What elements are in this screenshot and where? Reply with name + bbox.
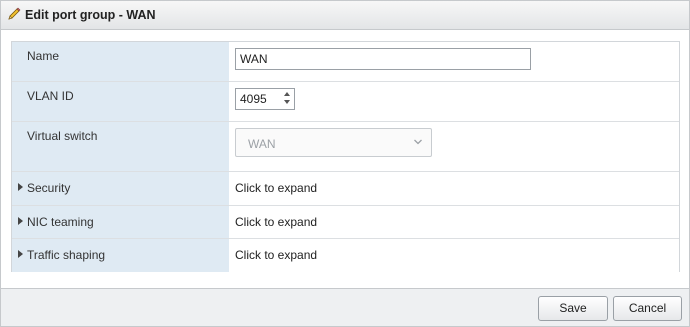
cancel-button[interactable]: Cancel bbox=[613, 296, 682, 321]
expand-arrow-icon[interactable] bbox=[18, 183, 23, 191]
expand-arrow-icon[interactable] bbox=[18, 250, 23, 258]
security-expand-link[interactable]: Click to expand bbox=[235, 181, 317, 195]
dialog-titlebar[interactable]: Edit port group - WAN bbox=[1, 1, 689, 30]
label-cell: Name bbox=[12, 42, 229, 81]
chevron-down-icon bbox=[414, 139, 422, 145]
vlan-id-stepper[interactable] bbox=[235, 88, 295, 110]
vlan-id-input[interactable] bbox=[236, 89, 282, 109]
name-input[interactable] bbox=[235, 48, 531, 70]
label-cell[interactable]: Security bbox=[12, 172, 229, 205]
nic-teaming-label[interactable]: NIC teaming bbox=[27, 215, 94, 229]
row-vlan-id: VLAN ID bbox=[12, 82, 679, 122]
label-cell: Virtual switch bbox=[12, 122, 229, 171]
virtual-switch-select: WAN bbox=[235, 128, 432, 157]
value-cell: WAN bbox=[229, 122, 679, 171]
pencil-icon bbox=[8, 7, 21, 20]
nic-teaming-expand-link[interactable]: Click to expand bbox=[235, 215, 317, 229]
value-cell[interactable]: Click to expand bbox=[229, 239, 679, 272]
label-cell[interactable]: Traffic shaping bbox=[12, 239, 229, 272]
vlan-id-label: VLAN ID bbox=[27, 89, 74, 103]
settings-grid: Name VLAN ID bbox=[11, 41, 680, 272]
value-cell[interactable]: Click to expand bbox=[229, 206, 679, 238]
row-nic-teaming[interactable]: NIC teaming Click to expand bbox=[12, 206, 679, 239]
name-label: Name bbox=[27, 49, 60, 63]
increment-arrow-icon[interactable] bbox=[284, 92, 290, 96]
label-cell: VLAN ID bbox=[12, 82, 229, 121]
traffic-shaping-expand-link[interactable]: Click to expand bbox=[235, 248, 317, 262]
row-virtual-switch: Virtual switch WAN bbox=[12, 122, 679, 172]
row-name: Name bbox=[12, 42, 679, 82]
value-cell[interactable]: Click to expand bbox=[229, 172, 679, 205]
security-label[interactable]: Security bbox=[27, 181, 70, 195]
row-traffic-shaping[interactable]: Traffic shaping Click to expand bbox=[12, 239, 679, 272]
dialog-footer: Save Cancel bbox=[1, 290, 689, 326]
decrement-arrow-icon[interactable] bbox=[284, 100, 290, 104]
dialog-title: Edit port group - WAN bbox=[25, 8, 156, 22]
dialog-content: Name VLAN ID bbox=[1, 30, 689, 289]
save-button[interactable]: Save bbox=[538, 296, 608, 321]
edit-port-group-dialog: Edit port group - WAN Name VLAN ID bbox=[0, 0, 690, 327]
virtual-switch-label: Virtual switch bbox=[27, 129, 98, 143]
value-cell bbox=[229, 82, 679, 121]
label-cell[interactable]: NIC teaming bbox=[12, 206, 229, 238]
virtual-switch-selected: WAN bbox=[248, 137, 276, 151]
expand-arrow-icon[interactable] bbox=[18, 217, 23, 225]
stepper-buttons[interactable] bbox=[284, 92, 292, 106]
traffic-shaping-label[interactable]: Traffic shaping bbox=[27, 248, 105, 262]
row-security[interactable]: Security Click to expand bbox=[12, 172, 679, 206]
value-cell bbox=[229, 42, 679, 81]
